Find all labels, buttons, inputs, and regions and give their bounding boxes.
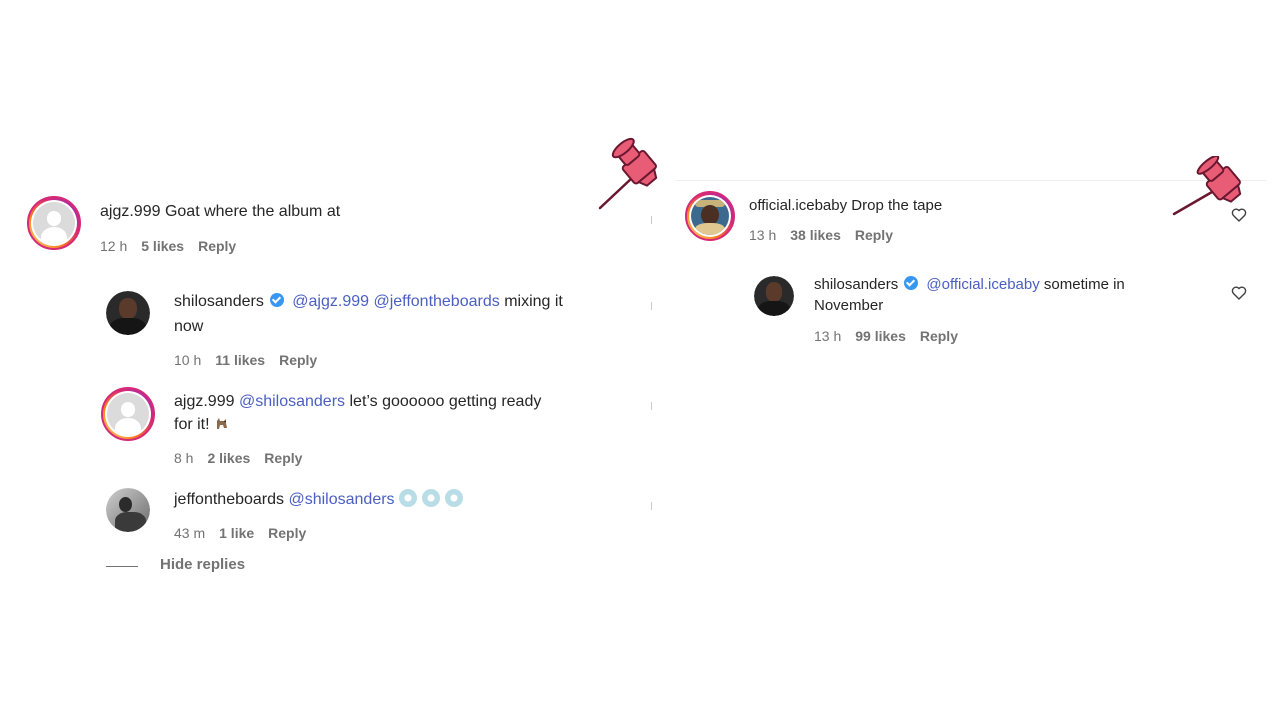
hide-replies-button[interactable]: Hide replies [160, 556, 245, 573]
username-shilosanders[interactable]: shilosanders [174, 293, 264, 310]
likes-count[interactable]: 5 likes [141, 238, 184, 254]
comment-text: ajgz.999 Goat where the album at [100, 201, 620, 223]
reply-text-line2: November [814, 297, 884, 314]
comment-body: Goat where the album at [164, 203, 341, 220]
avatar-shilosanders[interactable] [106, 291, 150, 335]
likes-count[interactable]: 38 likes [790, 227, 841, 243]
reply-shilosanders: shilosanders @ajgz.999 @jeffontheboards … [0, 288, 660, 378]
username-shilosanders[interactable]: shilosanders [814, 276, 898, 293]
verified-badge-icon [904, 276, 919, 290]
comment-ajgz-main: ajgz.999 Goat where the album at 12 h 5 l… [0, 180, 660, 260]
reply-body: let’s goooooo getting ready [349, 393, 542, 410]
timestamp: 12 h [100, 238, 128, 254]
default-avatar-icon [33, 202, 75, 244]
timestamp: 13 h [814, 328, 842, 344]
avatar-jeffontheboards[interactable] [106, 488, 150, 532]
avatar-shilosanders[interactable] [754, 276, 794, 316]
reply-button[interactable]: Reply [920, 328, 958, 344]
avatar-official-icebaby[interactable] [685, 191, 735, 241]
reply-meta: 13 h 99 likes Reply [814, 327, 972, 345]
reply-body: sometime in [1043, 276, 1125, 293]
reply-button[interactable]: Reply [279, 352, 317, 368]
comment-meta: 12 h 5 likes Reply [100, 237, 250, 255]
goat-emoji [216, 418, 227, 429]
reply-text: jeffontheboards @shilosanders [174, 489, 644, 511]
reply-button[interactable]: Reply [198, 238, 236, 254]
mention-official-icebaby[interactable]: @official.icebaby [926, 276, 1039, 293]
reply-button[interactable]: Reply [264, 450, 302, 466]
comment-meta: 13 h 38 likes Reply [749, 226, 907, 244]
reply-button[interactable]: Reply [268, 525, 306, 541]
reply-meta: 8 h 2 likes Reply [174, 449, 316, 467]
reply-button[interactable]: Reply [855, 227, 893, 243]
default-avatar-icon [107, 393, 149, 435]
avatar-ajgz[interactable] [27, 196, 81, 250]
likes-count[interactable]: 1 like [219, 525, 254, 541]
likes-count[interactable]: 99 likes [855, 328, 906, 344]
divider-mark [651, 216, 652, 224]
verified-badge-icon [269, 293, 284, 307]
timestamp: 13 h [749, 227, 777, 243]
reply-body: mixing it [504, 293, 563, 310]
pushpin-icon [1172, 156, 1242, 216]
username-official-icebaby[interactable]: official.icebaby [749, 197, 847, 214]
reply-text: shilosanders @official.icebaby sometime … [814, 274, 1224, 296]
divider-mark [651, 302, 652, 310]
mention-shilosanders[interactable]: @shilosanders [239, 393, 345, 410]
likes-count[interactable]: 2 likes [207, 450, 250, 466]
reply-ajgz: ajgz.999 @shilosanders let’s goooooo get… [0, 384, 660, 474]
reply-text: ajgz.999 @shilosanders let’s goooooo get… [174, 391, 644, 413]
comment-text: official.icebaby Drop the tape [749, 195, 1209, 217]
disc-emoji [422, 489, 440, 507]
mention-jeffontheboards[interactable]: @jeffontheboards [373, 293, 499, 310]
timestamp: 8 h [174, 450, 194, 466]
mention-shilosanders[interactable]: @shilosanders [288, 491, 394, 508]
divider-mark [651, 502, 652, 510]
reply-shilosanders: shilosanders @official.icebaby sometime … [676, 269, 1266, 359]
reply-meta: 10 h 11 likes Reply [174, 351, 331, 369]
comment-body: Drop the tape [851, 197, 943, 214]
disc-emoji [445, 489, 463, 507]
reply-jeffontheboards: jeffontheboards @shilosanders 43 m 1 like… [0, 482, 660, 552]
reply-text-line2: for it! [174, 414, 230, 436]
reply-meta: 43 m 1 like Reply [174, 524, 320, 542]
disc-emoji [399, 489, 417, 507]
heart-icon[interactable] [1231, 285, 1247, 301]
timestamp: 10 h [174, 352, 202, 368]
pushpin-icon [598, 137, 658, 210]
username-jeffontheboards[interactable]: jeffontheboards [174, 491, 284, 508]
reply-body-2: for it! [174, 416, 210, 433]
avatar-ajgz[interactable] [101, 387, 155, 441]
likes-count[interactable]: 11 likes [215, 352, 265, 368]
left-comment-thread: ajgz.999 Goat where the album at 12 h 5 l… [0, 180, 660, 600]
timestamp: 43 m [174, 525, 206, 541]
divider-mark [651, 402, 652, 410]
username-ajgz[interactable]: ajgz.999 [100, 203, 161, 220]
hide-replies-line [106, 566, 138, 567]
reply-text-line2: now [174, 318, 204, 335]
username-ajgz[interactable]: ajgz.999 [174, 393, 235, 410]
mention-ajgz[interactable]: @ajgz.999 [292, 293, 369, 310]
reply-text: shilosanders @ajgz.999 @jeffontheboards … [174, 291, 644, 313]
